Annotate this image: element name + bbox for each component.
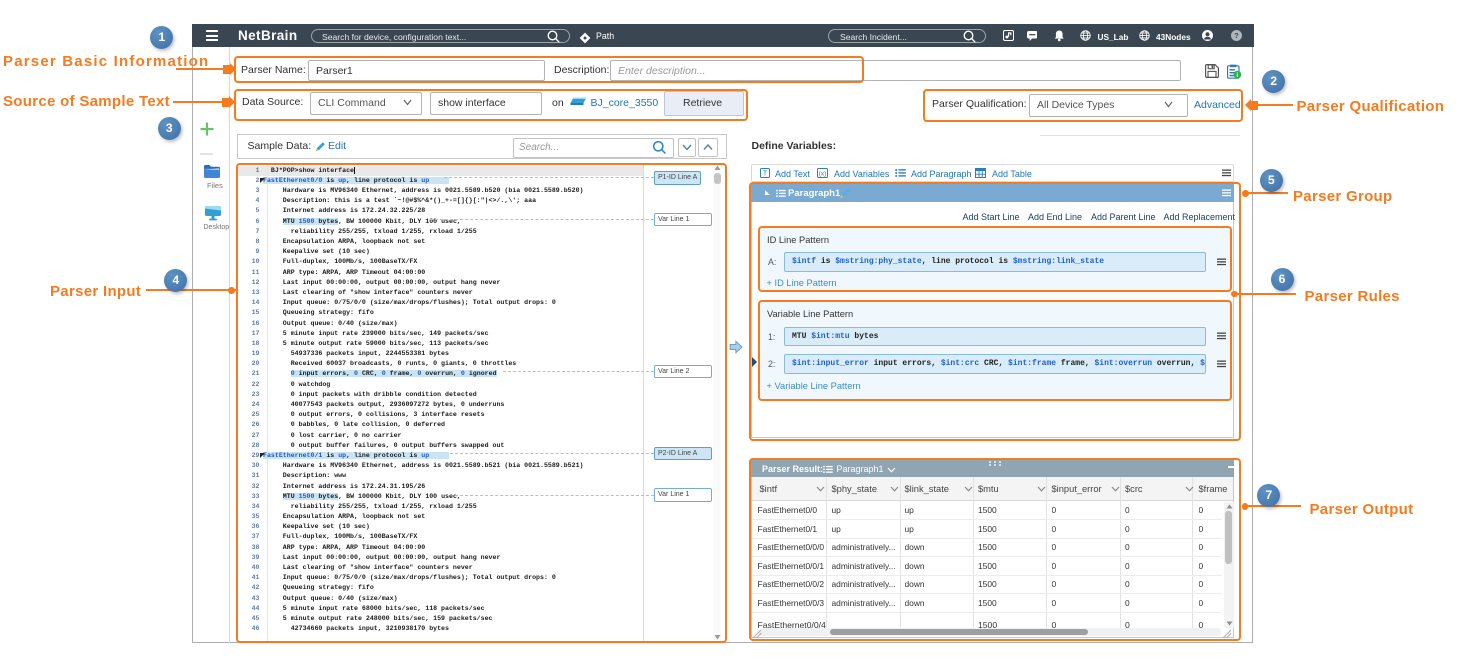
svg-text:(x): (x) — [819, 171, 827, 178]
svg-text:?: ? — [1234, 31, 1239, 40]
svg-text:T: T — [763, 171, 768, 178]
